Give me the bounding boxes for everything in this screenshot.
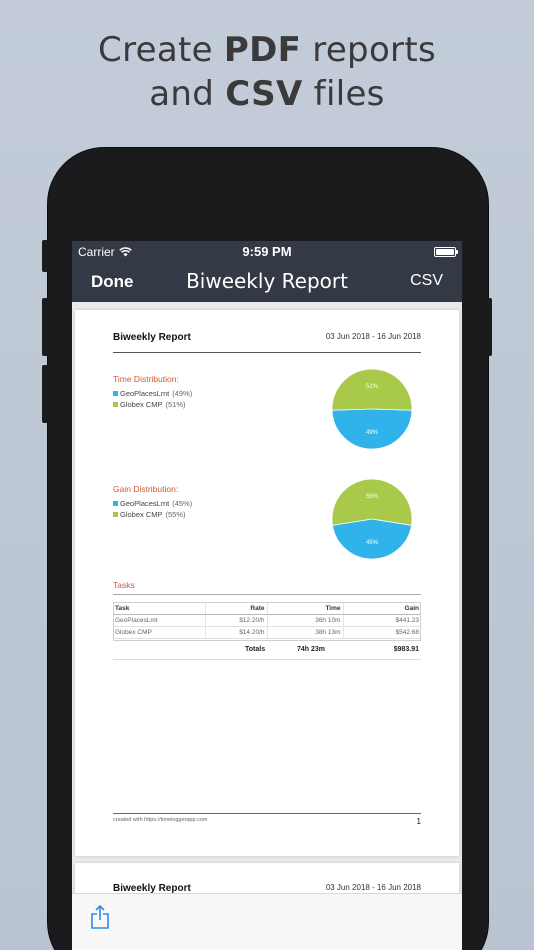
legend-item: GeoPlacesLmt (45%): [113, 498, 192, 509]
top-bar: Carrier 9:59 PM Done Biweekly Report CSV: [72, 241, 462, 302]
headline: Create PDF reports and CSV files: [0, 28, 534, 116]
report-date-range: 03 Jun 2018 - 16 Jun 2018: [325, 332, 421, 341]
time-distribution-heading: Time Distribution:: [113, 374, 179, 384]
share-icon[interactable]: [90, 904, 110, 930]
time-distribution-legend: GeoPlacesLmt (49%) Globex CMP (51%): [113, 388, 192, 410]
phone-volume-down: [42, 365, 48, 423]
nav-title: Biweekly Report: [186, 269, 348, 293]
totals-label: Totals: [245, 646, 266, 653]
legend-swatch-geoplaces: [113, 501, 118, 506]
navigation-bar: Done Biweekly Report CSV: [72, 263, 462, 302]
phone-silent-switch: [42, 240, 48, 272]
headline-line-2: and CSV files: [149, 74, 385, 114]
legend-item: Globex CMP (51%): [113, 399, 192, 410]
pie-slice-geoplaces: [332, 518, 412, 560]
legend-item: Globex CMP (55%): [113, 509, 192, 520]
report-date-range: 03 Jun 2018 - 16 Jun 2018: [325, 883, 421, 892]
legend-swatch-globex: [113, 402, 118, 407]
pie-slice-label: 45%: [366, 540, 379, 546]
phone-screen: Carrier 9:59 PM Done Biweekly Report CSV…: [72, 241, 462, 950]
pie-slice-label: 49%: [366, 430, 379, 436]
tasks-totals-row: Totals 74h 23m $983.91: [113, 646, 421, 658]
legend-swatch-globex: [113, 512, 118, 517]
gain-distribution-legend: GeoPlacesLmt (45%) Globex CMP (55%): [113, 498, 192, 520]
tasks-table-border: [113, 602, 421, 641]
tasks-rule: [113, 594, 421, 595]
legend-item: GeoPlacesLmt (49%): [113, 388, 192, 399]
phone-volume-up: [42, 298, 48, 356]
footer-note: created with https://timeloggerapp.com: [113, 817, 208, 823]
headline-line-1: Create PDF reports: [98, 30, 436, 70]
report-page-content: Biweekly Report 03 Jun 2018 - 16 Jun 201…: [113, 332, 421, 852]
gain-distribution-heading: Gain Distribution:: [113, 484, 179, 494]
legend-swatch-geoplaces: [113, 391, 118, 396]
page-number: 1: [416, 817, 421, 826]
status-bar: Carrier 9:59 PM: [72, 241, 462, 263]
report-title: Biweekly Report: [113, 332, 191, 343]
phone-power-button: [486, 298, 492, 356]
bottom-toolbar: [72, 893, 462, 950]
totals-gain: $983.91: [393, 646, 419, 653]
pie-slice-label: 55%: [366, 494, 379, 500]
header-rule: [113, 352, 421, 353]
tasks-heading: Tasks: [113, 580, 135, 590]
status-time: 9:59 PM: [242, 244, 292, 259]
totals-time: 74h 23m: [297, 646, 326, 653]
pie-slice-globex: [331, 478, 413, 526]
totals-rule: [113, 659, 421, 660]
gain-distribution-pie-chart: 45% 55%: [331, 478, 413, 560]
pie-slice-label: 51%: [366, 384, 379, 390]
battery-icon: [434, 247, 458, 257]
report-page-1[interactable]: Biweekly Report 03 Jun 2018 - 16 Jun 201…: [75, 310, 459, 856]
time-distribution-pie-chart: 49% 51%: [331, 368, 413, 450]
footer-rule: [113, 813, 421, 814]
csv-button[interactable]: CSV: [410, 272, 443, 290]
pie-slice-geoplaces: [331, 408, 413, 450]
